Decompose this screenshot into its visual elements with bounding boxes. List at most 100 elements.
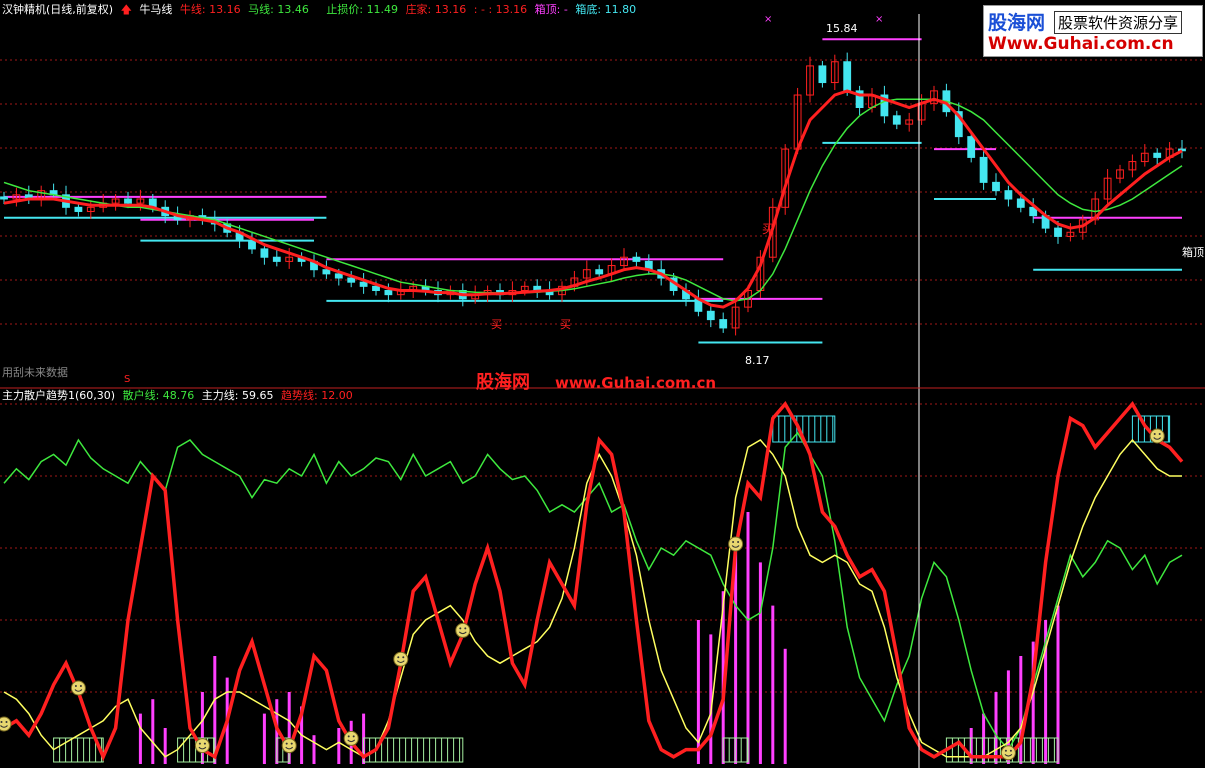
smiley-eye [198, 742, 201, 745]
candle-body [1016, 198, 1025, 208]
candle-body [1004, 190, 1013, 200]
smiley-icon [194, 738, 210, 754]
candle-series [0, 52, 1186, 336]
val2: 13.16 [495, 3, 528, 16]
candle-body [0, 196, 8, 200]
candle-body [334, 273, 343, 279]
qs-label: 趋势线: [281, 389, 318, 402]
candle-body [892, 115, 901, 125]
histogram-bar [163, 728, 167, 764]
smiley-icon [0, 716, 12, 732]
candle-body [843, 61, 852, 92]
watermark-mid-cn: 股海网 [476, 372, 530, 393]
smiley-face [728, 536, 744, 552]
candle-body [706, 310, 715, 321]
smiley-eye [352, 735, 355, 738]
smiley-eye [397, 656, 400, 659]
sep: : - : [473, 3, 493, 16]
smiley-icon [728, 536, 744, 552]
histogram-bar [994, 692, 998, 764]
histogram-bar [312, 735, 316, 764]
candle-body [359, 281, 368, 287]
smiley-eye [459, 627, 462, 630]
xt-label: 箱顶: [534, 3, 561, 16]
candle-body [347, 277, 356, 283]
smiley-icon [281, 738, 297, 754]
main-header: 汉钟精机(日线,前复权) 🡅 牛马线 牛线: 13.16 马线: 13.46 止… [2, 3, 640, 17]
watermark-banner: 股海网 股票软件资源分享 Www.Guhai.com.cn [983, 5, 1203, 57]
smiley-eye [1153, 433, 1156, 435]
sh-label: 散户线: [122, 389, 160, 402]
ma-value: 13.46 [277, 3, 309, 16]
xd-label: 箱底: [575, 3, 602, 16]
smiley-icon [455, 622, 471, 638]
sh-value: 48.76 [162, 389, 195, 402]
candle-body [1153, 152, 1162, 158]
x-mark-2: × [875, 14, 884, 25]
smiley-face [343, 730, 359, 746]
x-mark: × [764, 14, 773, 25]
stop-value: 11.49 [366, 3, 399, 16]
candle-body [74, 206, 83, 212]
smiley-eye [1009, 749, 1012, 752]
candle-body [384, 290, 393, 296]
candle-body [595, 269, 604, 275]
watermark-mid-url: www.Guhai.com.cn [555, 374, 717, 392]
smiley-eye [732, 541, 735, 543]
zhuli-line [3, 438, 1182, 758]
smiley-face [281, 738, 297, 754]
smiley-eye [0, 721, 3, 723]
histogram-bar [758, 562, 762, 764]
candle-body [818, 65, 827, 84]
candle-body [272, 256, 281, 262]
smiley-eye [464, 627, 467, 630]
smiley-eye [5, 721, 8, 723]
zj-label: 庄家: [405, 3, 432, 16]
candle-body [248, 240, 256, 250]
xt-value: - [563, 3, 568, 16]
smiley-eye [285, 742, 288, 745]
smiley-face [0, 716, 12, 732]
smiley-icon [1000, 745, 1016, 761]
smiley-eye [1158, 433, 1161, 435]
high-label: 15.84 [826, 22, 858, 35]
sub-header: 主力散户趋势1(60,30) 散户线: 48.76 主力线: 59.65 趋势线… [2, 389, 357, 403]
smiley-eye [737, 541, 740, 543]
zl-label: 主力线: [201, 389, 239, 402]
smiley-face [1000, 745, 1016, 761]
niu-label: 牛线: [179, 3, 206, 16]
future-data-note: 用刮未来数据 [2, 366, 68, 379]
smiley-face [70, 680, 86, 696]
candle-body [260, 248, 269, 258]
histogram-bar [337, 728, 341, 764]
box-top-label: 箱顶 [1182, 246, 1204, 259]
smiley-face [393, 651, 409, 667]
zl-value: 59.65 [242, 389, 274, 402]
smiley-icon [343, 730, 359, 746]
smiley-face [455, 622, 471, 638]
qs-value: 12.00 [321, 389, 353, 402]
candle-body [632, 256, 641, 262]
smiley-icon [1149, 428, 1165, 444]
histogram-bar [151, 699, 155, 764]
histogram-bar [138, 713, 142, 764]
low-label: 8.17 [745, 354, 770, 367]
s-mark: S [124, 374, 131, 385]
buy-label: 买 [762, 222, 775, 236]
candle-body [1054, 227, 1062, 237]
arrow-up-icon: 🡅 [120, 3, 132, 16]
candle-body [719, 319, 728, 329]
niu-value: 13.16 [209, 3, 241, 16]
smiley-eye [79, 685, 82, 687]
smiley-icon [70, 680, 86, 696]
buy-label-3: 买 [560, 318, 571, 331]
candle-body [322, 269, 331, 275]
candle-body [992, 181, 1000, 192]
smiley-icon [393, 651, 409, 667]
smiley-face [194, 738, 210, 754]
smiley-eye [290, 742, 293, 745]
smiley-face [1149, 428, 1165, 444]
smiley-eye [402, 656, 405, 659]
indicator-name: 牛马线 [139, 3, 173, 16]
qushi-line [3, 400, 1184, 762]
